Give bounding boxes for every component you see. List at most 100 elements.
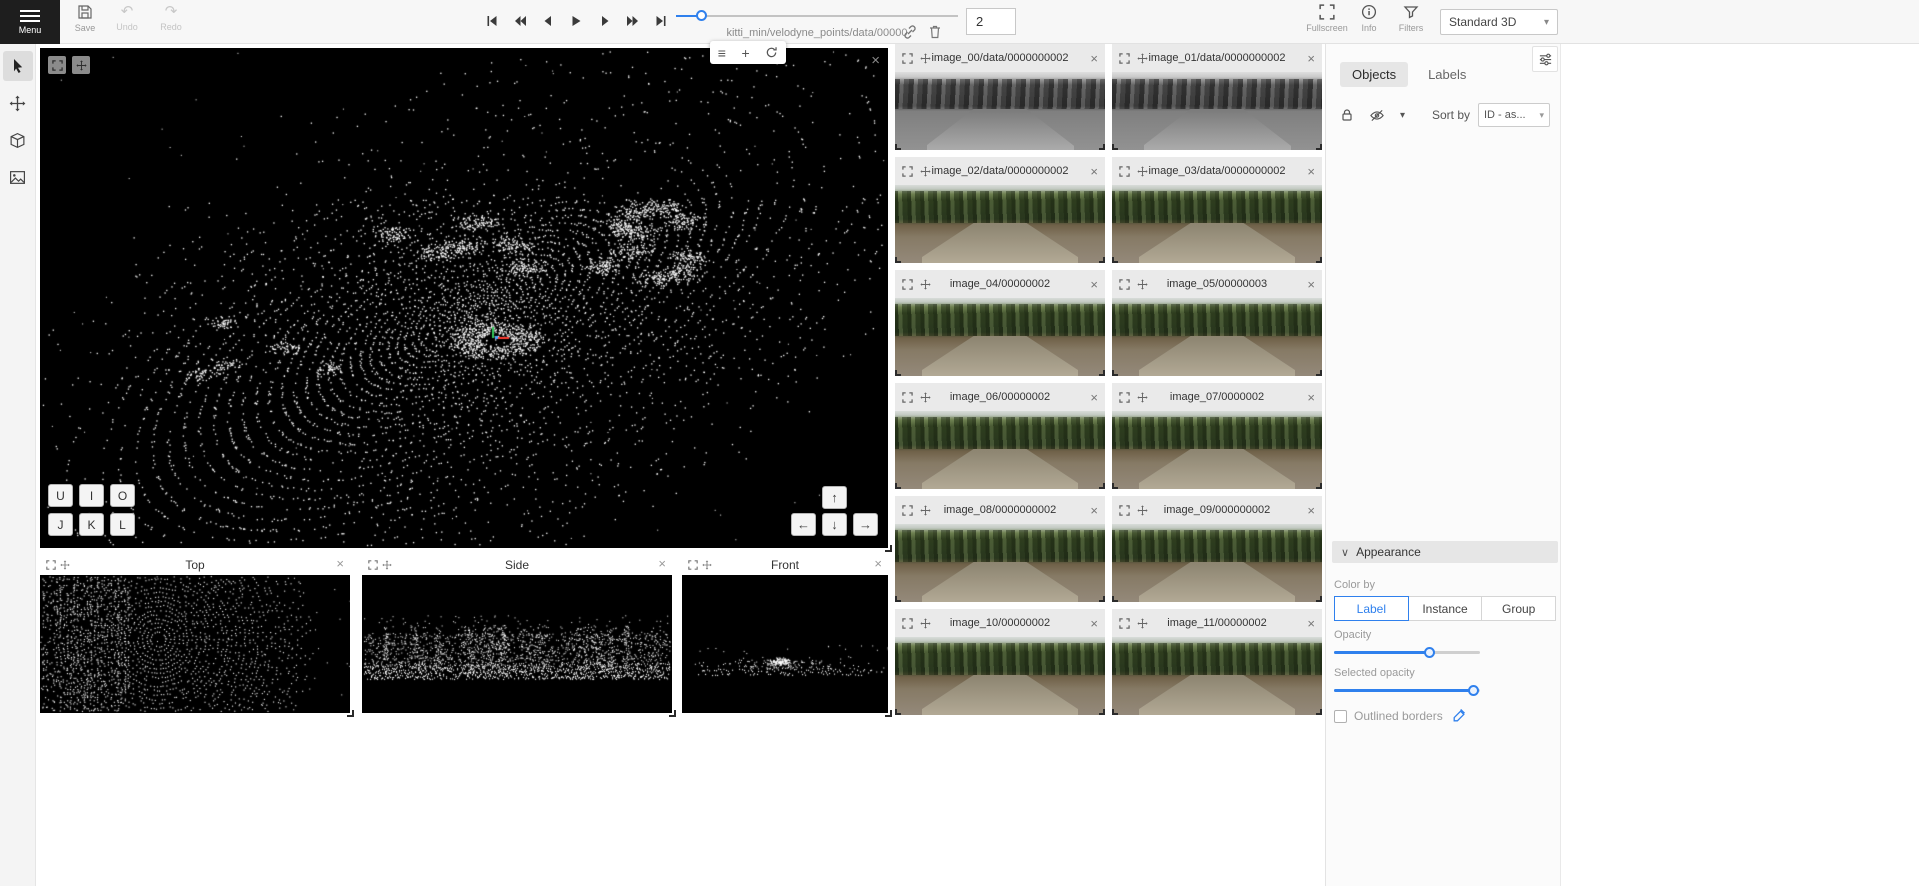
close-tile-icon[interactable]: ×	[1307, 390, 1315, 405]
nav-up-button[interactable]: ↑	[822, 486, 847, 509]
move-tile-icon[interactable]	[920, 166, 931, 177]
fast-forward-button[interactable]	[618, 7, 644, 35]
expand-tile-icon[interactable]	[1119, 279, 1130, 290]
expand-tile-icon[interactable]	[902, 53, 913, 64]
image-thumbnail[interactable]	[1112, 524, 1322, 602]
close-tile-icon[interactable]: ×	[1090, 503, 1098, 518]
main-3d-viewport[interactable]: ≡ + × UIOJKL ↑ ← ↓ →	[40, 48, 888, 548]
nav-left-button[interactable]: ←	[791, 513, 816, 536]
close-tile-icon[interactable]: ×	[1090, 51, 1098, 66]
expand-tile-icon[interactable]	[902, 392, 913, 403]
tool-image[interactable]	[3, 162, 33, 192]
fullscreen-button[interactable]: Fullscreen	[1306, 4, 1348, 33]
move-tile-icon[interactable]	[920, 279, 931, 290]
reset-view-icon[interactable]	[765, 46, 778, 59]
appearance-header[interactable]: ∨ Appearance	[1332, 541, 1558, 563]
hotkey-k[interactable]: K	[79, 513, 104, 536]
redo-button[interactable]: ↷ Redo	[150, 4, 192, 32]
close-tile-icon[interactable]: ×	[1307, 277, 1315, 292]
outlined-borders-checkbox[interactable]	[1334, 710, 1347, 723]
image-thumbnail[interactable]	[1112, 637, 1322, 715]
last-frame-button[interactable]	[646, 7, 672, 35]
close-tile-icon[interactable]: ×	[1090, 390, 1098, 405]
close-viewport-icon[interactable]: ×	[874, 556, 882, 571]
move-viewport-icon[interactable]	[382, 560, 392, 570]
close-tile-icon[interactable]: ×	[1090, 164, 1098, 179]
expand-viewport-icon[interactable]	[46, 560, 56, 570]
image-thumbnail[interactable]	[1112, 298, 1322, 376]
close-tile-icon[interactable]: ×	[1090, 616, 1098, 631]
image-thumbnail[interactable]	[895, 185, 1105, 263]
move-tile-icon[interactable]	[920, 505, 931, 516]
expand-tile-icon[interactable]	[1119, 392, 1130, 403]
image-thumbnail[interactable]	[895, 72, 1105, 150]
resize-handle[interactable]	[347, 710, 354, 717]
nav-right-button[interactable]: →	[853, 513, 878, 536]
move-tile-icon[interactable]	[1137, 392, 1148, 403]
move-tile-icon[interactable]	[920, 392, 931, 403]
viewport-top[interactable]: Top ×	[40, 555, 350, 713]
panel-settings-icon[interactable]	[1532, 46, 1558, 72]
delete-icon[interactable]	[927, 24, 945, 42]
opacity-slider[interactable]	[1334, 646, 1480, 659]
close-viewport-icon[interactable]: ×	[336, 556, 344, 571]
move-tile-icon[interactable]	[1137, 505, 1148, 516]
expand-tile-icon[interactable]	[1119, 618, 1130, 629]
resize-handle[interactable]	[885, 545, 892, 552]
close-tile-icon[interactable]: ×	[1090, 277, 1098, 292]
hotkey-l[interactable]: L	[110, 513, 135, 536]
move-tile-icon[interactable]	[1137, 166, 1148, 177]
move-viewport-icon[interactable]	[60, 560, 70, 570]
image-thumbnail[interactable]	[1112, 185, 1322, 263]
undo-button[interactable]: ↶ Undo	[106, 4, 148, 32]
first-frame-button[interactable]	[478, 7, 504, 35]
chevron-down-icon[interactable]: ▾	[1400, 110, 1405, 121]
link-icon[interactable]	[902, 24, 920, 42]
image-thumbnail[interactable]	[895, 524, 1105, 602]
close-tile-icon[interactable]: ×	[1307, 503, 1315, 518]
info-button[interactable]: Info	[1348, 4, 1390, 33]
image-thumbnail[interactable]	[895, 637, 1105, 715]
image-thumbnail[interactable]	[1112, 411, 1322, 489]
expand-tile-icon[interactable]	[902, 166, 913, 177]
close-tile-icon[interactable]: ×	[1307, 616, 1315, 631]
add-object-icon[interactable]: +	[741, 46, 749, 60]
image-thumbnail[interactable]	[895, 298, 1105, 376]
expand-tile-icon[interactable]	[1119, 166, 1130, 177]
opacity-slider-handle[interactable]	[1424, 647, 1435, 658]
move-tile-icon[interactable]	[1137, 618, 1148, 629]
tab-objects[interactable]: Objects	[1340, 62, 1408, 87]
tool-move[interactable]	[3, 88, 33, 118]
image-thumbnail[interactable]	[1112, 72, 1322, 150]
move-tile-icon[interactable]	[1137, 279, 1148, 290]
selected-opacity-slider[interactable]	[1334, 684, 1480, 697]
move-tile-icon[interactable]	[1137, 53, 1148, 64]
viewport-side[interactable]: Side ×	[362, 555, 672, 713]
timeline-handle[interactable]	[696, 10, 707, 21]
move-tile-icon[interactable]	[920, 53, 931, 64]
image-thumbnail[interactable]	[895, 411, 1105, 489]
save-button[interactable]: Save	[64, 4, 106, 33]
hide-all-eye-off-icon[interactable]	[1369, 108, 1385, 123]
hotkey-u[interactable]: U	[48, 484, 73, 507]
expand-tile-icon[interactable]	[902, 505, 913, 516]
frame-number-input[interactable]	[966, 8, 1016, 35]
play-button[interactable]	[562, 7, 588, 35]
expand-tile-icon[interactable]	[902, 279, 913, 290]
expand-viewport-icon[interactable]	[688, 560, 698, 570]
eyedropper-icon[interactable]	[1452, 709, 1466, 723]
resize-handle[interactable]	[885, 710, 892, 717]
selected-opacity-slider-handle[interactable]	[1468, 685, 1479, 696]
timeline-slider[interactable]	[676, 10, 958, 22]
sort-select[interactable]: ID - as... ▾	[1478, 103, 1550, 127]
viewport-front[interactable]: Front ×	[682, 555, 888, 713]
color-by-option-group[interactable]: Group	[1481, 596, 1556, 621]
nav-down-button[interactable]: ↓	[822, 513, 847, 536]
tool-select-cursor[interactable]	[3, 51, 33, 81]
next-frame-button[interactable]	[590, 7, 616, 35]
close-tile-icon[interactable]: ×	[1307, 164, 1315, 179]
move-viewport-icon[interactable]	[72, 56, 90, 74]
lock-icon[interactable]	[1340, 108, 1354, 122]
move-viewport-icon[interactable]	[702, 560, 712, 570]
close-tile-icon[interactable]: ×	[1307, 51, 1315, 66]
